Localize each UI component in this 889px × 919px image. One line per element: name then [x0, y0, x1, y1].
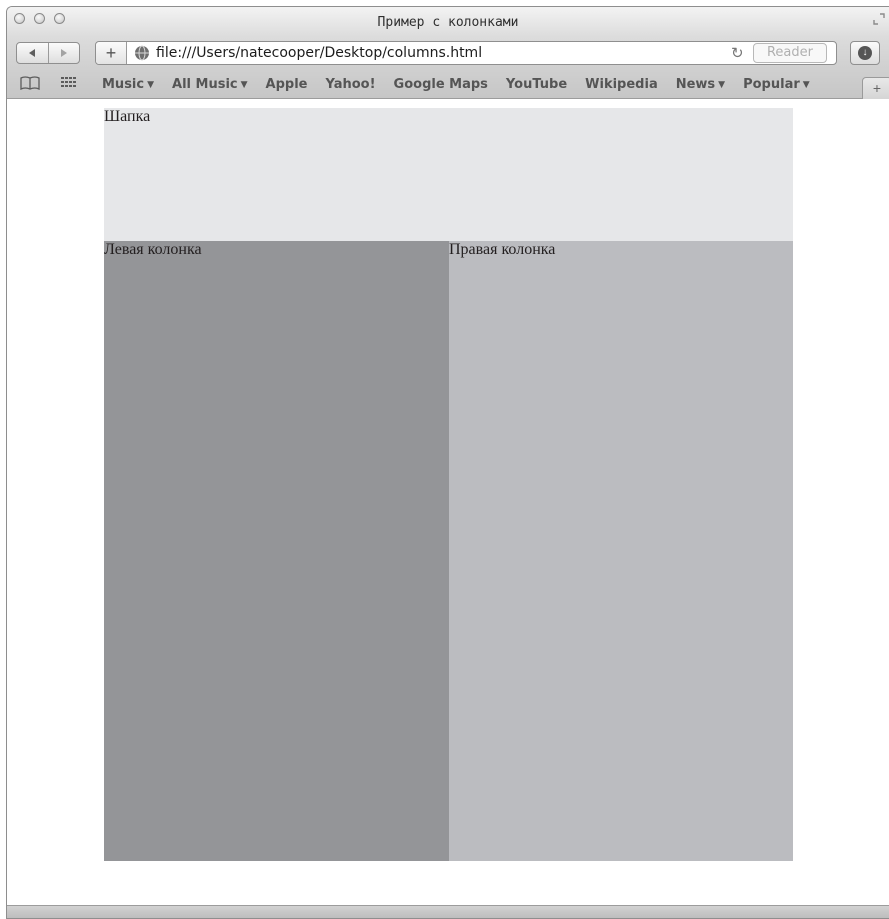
- toolbar: + file:///Users/natecooper/Desktop/colum…: [7, 37, 889, 71]
- browser-window: Пример с колонками + file:///Users/natec…: [6, 6, 889, 919]
- chevron-down-icon: ▼: [147, 80, 155, 90]
- left-column-label: Левая колонка: [104, 241, 202, 258]
- bookmark-item[interactable]: Popular ▼: [743, 77, 810, 92]
- title-bar[interactable]: Пример с колонками: [7, 7, 889, 37]
- bookmark-item[interactable]: All Music ▼: [172, 77, 248, 92]
- bookmark-item[interactable]: Wikipedia: [585, 77, 658, 92]
- download-icon: ↓: [858, 46, 872, 60]
- new-tab-button[interactable]: +: [862, 77, 889, 99]
- reload-icon[interactable]: ↻: [731, 44, 744, 62]
- status-bar: [7, 905, 889, 918]
- fullscreen-icon[interactable]: [873, 13, 885, 25]
- book-icon[interactable]: [20, 76, 40, 90]
- right-column-label: Правая колонка: [449, 241, 556, 258]
- globe-icon: [135, 45, 149, 61]
- bookmark-items: Music ▼ All Music ▼ Apple Yahoo! Google Ma…: [102, 77, 828, 92]
- chevron-down-icon: ▼: [240, 80, 248, 90]
- bookmarks-bar: Music ▼ All Music ▼ Apple Yahoo! Google Ma…: [7, 71, 889, 99]
- bookmark-item[interactable]: News ▼: [676, 77, 725, 92]
- forward-button[interactable]: [49, 43, 80, 63]
- chevron-down-icon: ▼: [718, 80, 726, 90]
- header-label: Шапка: [104, 108, 151, 125]
- page-header-block: Шапка: [104, 108, 793, 241]
- url-text[interactable]: file:///Users/natecooper/Desktop/columns…: [156, 45, 482, 61]
- bookmark-item[interactable]: YouTube: [506, 77, 567, 92]
- plus-icon: +: [872, 80, 882, 96]
- bookmark-item[interactable]: Music ▼: [102, 77, 154, 92]
- forward-arrow-icon: [60, 49, 67, 57]
- add-bookmark-button[interactable]: +: [96, 42, 127, 64]
- left-column: Левая колонка: [104, 241, 449, 861]
- chevron-down-icon: ▼: [802, 80, 810, 90]
- bookmark-item[interactable]: Apple: [266, 77, 308, 92]
- address-bar[interactable]: + file:///Users/natecooper/Desktop/colum…: [95, 41, 837, 65]
- plus-icon: +: [105, 43, 117, 63]
- window-title: Пример с колонками: [377, 15, 519, 30]
- back-forward-control: [16, 42, 80, 64]
- bookmark-item[interactable]: Yahoo!: [325, 77, 375, 92]
- right-column: Правая колонка: [449, 241, 793, 861]
- grid-icon[interactable]: [61, 76, 77, 90]
- reader-button[interactable]: Reader: [753, 43, 827, 63]
- downloads-button[interactable]: ↓: [850, 41, 880, 65]
- bookmark-item[interactable]: Google Maps: [394, 77, 488, 92]
- back-button[interactable]: [17, 43, 49, 63]
- page-content: Шапка Левая колонка Правая колонка: [7, 99, 889, 906]
- back-arrow-icon: [29, 49, 36, 57]
